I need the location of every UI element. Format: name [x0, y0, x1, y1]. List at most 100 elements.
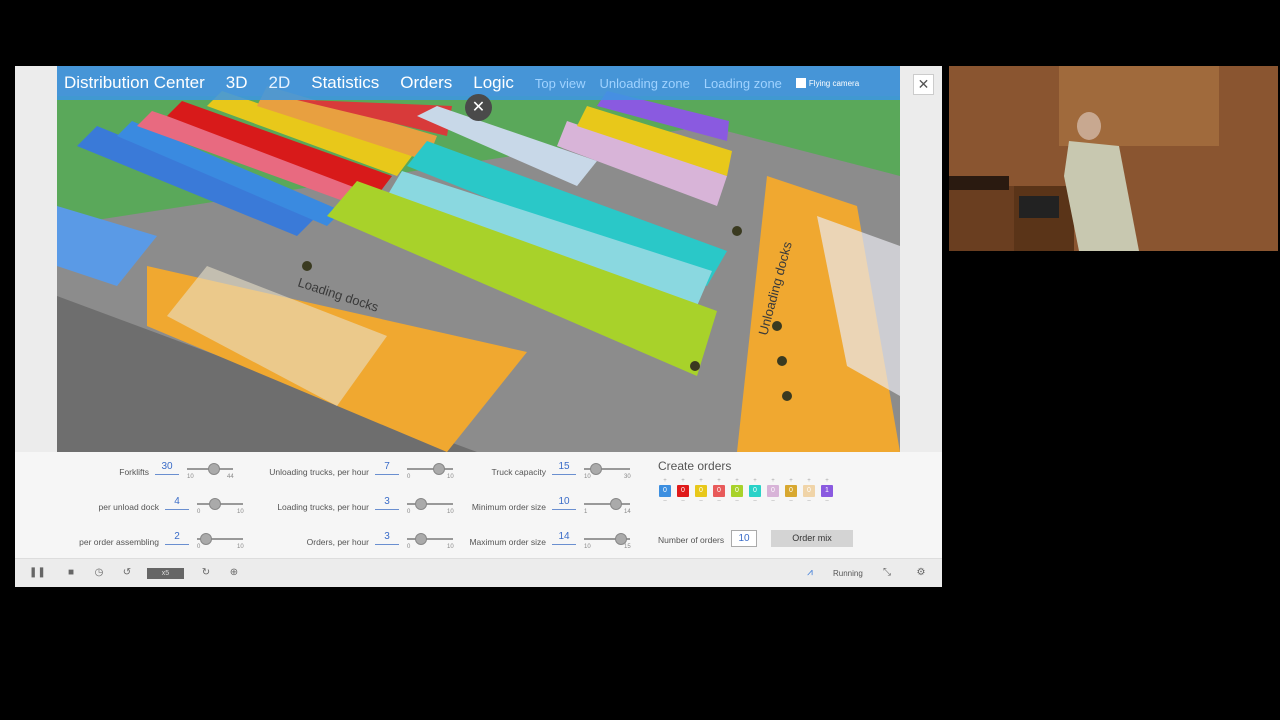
close-icon[interactable]: ✕	[465, 94, 492, 121]
plus-icon[interactable]: +	[766, 478, 780, 484]
tab-2d[interactable]: 2D	[269, 73, 291, 93]
slider-knob[interactable]	[589, 463, 602, 475]
per-order-assembling-min: 0	[197, 544, 201, 550]
running-status: Running	[833, 569, 863, 578]
swatch-chip: 0	[695, 485, 707, 497]
step-icon[interactable]: ◷	[92, 566, 106, 580]
close-window-button[interactable]: ✕	[913, 74, 934, 95]
stop-icon[interactable]: ■	[64, 566, 78, 580]
plus-icon[interactable]: +	[730, 478, 744, 484]
per-order-assembling-value[interactable]: 2	[165, 531, 189, 545]
plus-icon[interactable]: +	[748, 478, 762, 484]
presenter-head	[1077, 112, 1101, 140]
max-order-size-slider[interactable]	[584, 533, 630, 545]
truck-capacity-label: Truck capacity	[491, 467, 546, 477]
per-unload-dock-value[interactable]: 4	[165, 496, 189, 510]
slider-knob[interactable]	[209, 498, 222, 510]
tab-statistics[interactable]: Statistics	[311, 73, 379, 93]
min-order-size-slider[interactable]	[584, 498, 630, 510]
per-unload-dock-slider[interactable]	[197, 498, 243, 510]
per-order-assembling-label: per order assembling	[79, 537, 159, 547]
truck-capacity-max: 30	[624, 474, 631, 480]
tab-3d[interactable]: 3D	[226, 73, 248, 93]
tab-orders[interactable]: Orders	[400, 73, 452, 93]
forklift	[302, 261, 312, 271]
slider-knob[interactable]	[610, 498, 623, 510]
flying-camera-checkbox[interactable]	[795, 78, 806, 88]
min-order-size-value[interactable]: 10	[552, 496, 576, 510]
plus-icon[interactable]: +	[820, 478, 834, 484]
number-of-orders-input[interactable]: 10	[731, 530, 757, 547]
plus-icon[interactable]: +	[658, 478, 672, 484]
forklift	[777, 356, 787, 366]
minus-icon[interactable]: –	[820, 498, 834, 504]
slower-icon[interactable]: ↺	[120, 566, 134, 580]
per-order-assembling-control: per order assembling 2 0 10	[79, 531, 245, 555]
unloading-trucks-slider[interactable]	[407, 463, 453, 475]
slider-knob[interactable]	[208, 463, 221, 475]
plus-icon[interactable]: +	[712, 478, 726, 484]
per-order-assembling-slider[interactable]	[197, 533, 243, 545]
minus-icon[interactable]: –	[658, 498, 672, 504]
pause-icon[interactable]: ❚❚	[29, 566, 46, 580]
max-order-size-label: Maximum order size	[469, 537, 546, 547]
forklifts-max: 44	[227, 474, 234, 480]
slider-knob[interactable]	[433, 463, 446, 475]
truck-capacity-slider[interactable]	[584, 463, 630, 475]
order-color-swatches: +0– +0– +0– +0– +0– +0– +0– +0– +0– +1–	[658, 478, 838, 504]
swatch-chip: 0	[731, 485, 743, 497]
3d-viewport[interactable]: Loading docks Unloading docks	[57, 66, 900, 452]
app-title[interactable]: Distribution Center	[64, 73, 205, 93]
camera-loading-zone[interactable]: Loading zone	[704, 76, 782, 91]
settings-icon[interactable]: ⚙	[914, 566, 928, 580]
orders-per-hour-value[interactable]: 3	[375, 531, 399, 545]
minus-icon[interactable]: –	[748, 498, 762, 504]
swatch-chip: 0	[749, 485, 761, 497]
slider-knob[interactable]	[414, 498, 427, 510]
plus-icon[interactable]: +	[784, 478, 798, 484]
loading-trucks-max: 10	[447, 509, 454, 515]
minus-icon[interactable]: –	[784, 498, 798, 504]
forklifts-label: Forklifts	[119, 467, 149, 477]
flying-camera-toggle[interactable]: Flying camera	[795, 78, 859, 88]
forklifts-min: 10	[187, 474, 194, 480]
minus-icon[interactable]: –	[712, 498, 726, 504]
forklifts-value[interactable]: 30	[155, 461, 179, 475]
loading-trucks-value[interactable]: 3	[375, 496, 399, 510]
tab-logic[interactable]: Logic	[473, 73, 514, 93]
plus-icon[interactable]: +	[676, 478, 690, 484]
camera-top-view[interactable]: Top view	[535, 76, 586, 91]
unloading-trucks-max: 10	[447, 474, 454, 480]
minus-icon[interactable]: –	[802, 498, 816, 504]
forklifts-slider[interactable]	[187, 463, 233, 475]
plus-icon[interactable]: +	[694, 478, 708, 484]
max-order-size-value[interactable]: 14	[552, 531, 576, 545]
min-order-size-label: Minimum order size	[471, 502, 546, 512]
plus-icon[interactable]: +	[802, 478, 816, 484]
orders-per-hour-control: Orders, per hour 3 0 10	[307, 531, 455, 555]
swatch-chip: 0	[785, 485, 797, 497]
orders-per-hour-slider[interactable]	[407, 533, 453, 545]
minus-icon[interactable]: –	[766, 498, 780, 504]
order-swatch: +0–	[730, 478, 744, 504]
fit-window-icon[interactable]: ⤡	[880, 566, 894, 580]
slider-knob[interactable]	[200, 533, 213, 545]
order-mix-button[interactable]: Order mix	[771, 530, 853, 547]
unloading-trucks-value[interactable]: 7	[375, 461, 399, 475]
faster-icon[interactable]: ↻	[199, 566, 213, 580]
minus-icon[interactable]: –	[730, 498, 744, 504]
truck-capacity-value[interactable]: 15	[552, 461, 576, 475]
minus-icon[interactable]: –	[694, 498, 708, 504]
minus-icon[interactable]: –	[676, 498, 690, 504]
virtual-time-icon[interactable]: ⊕	[227, 566, 241, 580]
presenter-scene	[949, 66, 1278, 251]
camera-unloading-zone[interactable]: Unloading zone	[599, 76, 689, 91]
order-swatch: +0–	[802, 478, 816, 504]
loading-trucks-slider[interactable]	[407, 498, 453, 510]
swatch-chip: 0	[659, 485, 671, 497]
forklift	[782, 391, 792, 401]
forklift	[732, 226, 742, 236]
order-swatch: +0–	[748, 478, 762, 504]
slider-knob[interactable]	[414, 533, 427, 545]
swatch-chip: 0	[677, 485, 689, 497]
